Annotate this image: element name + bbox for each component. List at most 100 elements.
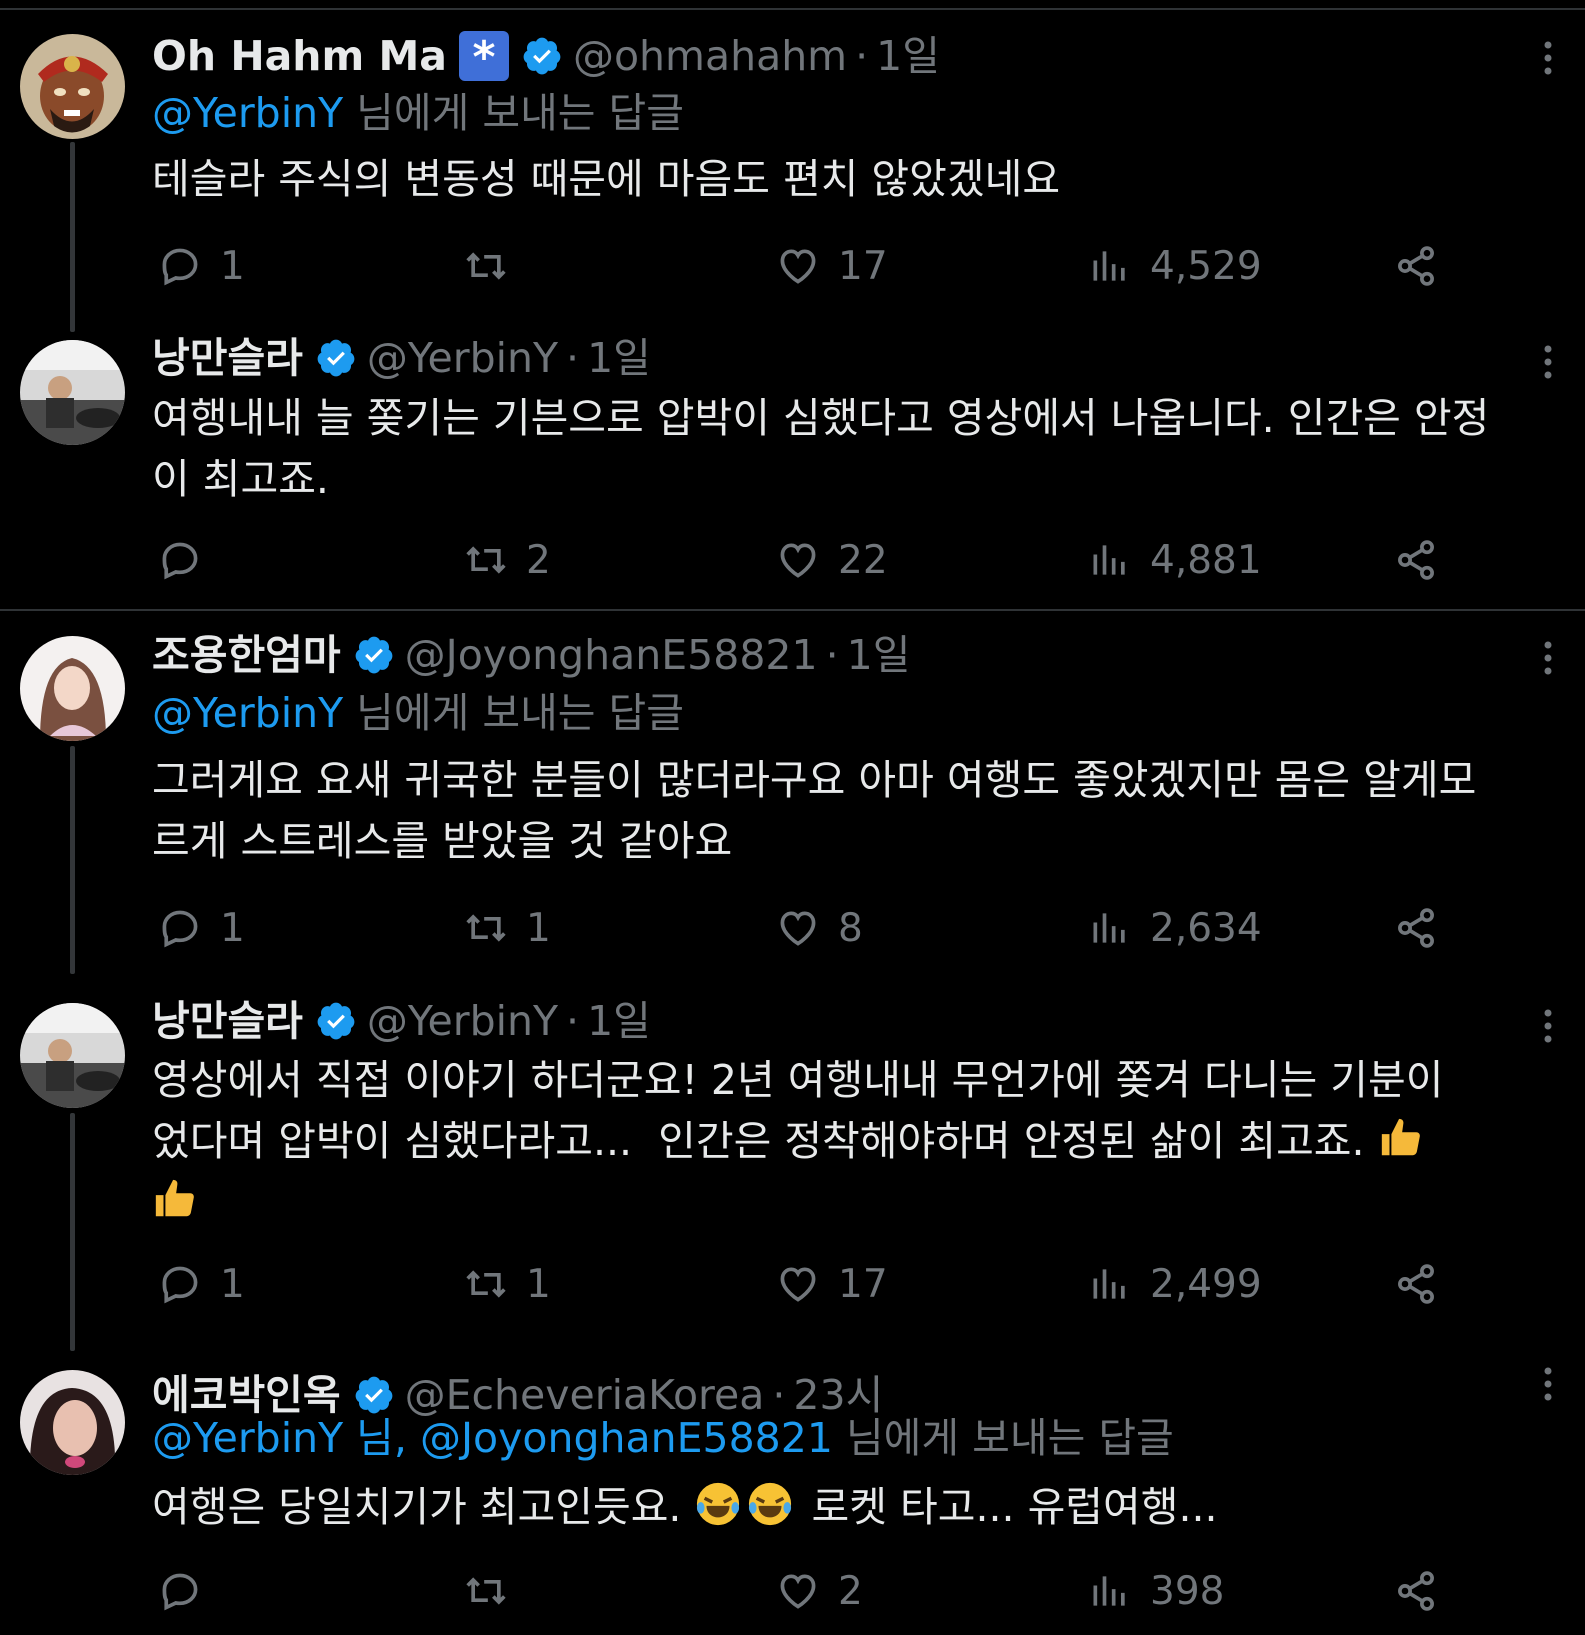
views-button[interactable]: 2,499 [1088, 1254, 1262, 1314]
thread-line [70, 142, 75, 332]
view-count: 2,499 [1150, 1261, 1262, 1307]
avatar[interactable] [20, 1370, 125, 1475]
reply-mention-link[interactable]: @YerbinY 님, @JoyonghanE58821 [152, 1414, 833, 1462]
tweet-actions: 2 22 4,881 [152, 530, 1532, 590]
analytics-icon [1093, 545, 1125, 575]
verified-badge-icon [355, 1376, 392, 1414]
timestamp[interactable]: 1일 [587, 995, 651, 1047]
display-name[interactable]: 낭만슬라 [152, 995, 303, 1047]
more-icon[interactable] [1538, 40, 1558, 76]
display-name[interactable]: 낭만슬라 [152, 332, 303, 384]
user-handle[interactable]: @YerbinY [367, 332, 558, 384]
more-icon[interactable] [1538, 344, 1558, 380]
like-button[interactable]: 17 [776, 236, 888, 296]
verified-badge-icon [355, 636, 392, 674]
analytics-icon [1093, 251, 1125, 281]
tweet-text: 여행내내 늘 쫒기는 기븐으로 압박이 심했다고 영상에서 나옵니다. 인간은 … [152, 394, 1490, 503]
thread-line [70, 1113, 75, 1351]
tweet-actions: 2 398 [152, 1561, 1532, 1621]
views-button[interactable]: 398 [1088, 1561, 1224, 1621]
more-icon[interactable] [1538, 1008, 1558, 1044]
reply-context: @YerbinY 님에게 보내는 답글 [152, 687, 684, 739]
view-count: 4,881 [1150, 537, 1262, 583]
reply-icon [162, 248, 198, 286]
heart-icon [780, 1574, 816, 1609]
reply-mention-link[interactable]: @YerbinY [152, 89, 343, 137]
tweet-actions: 1 17 4,529 [152, 236, 1532, 296]
like-button[interactable]: 17 [776, 1254, 888, 1314]
avatar[interactable] [20, 636, 125, 741]
heart-icon [780, 249, 816, 284]
analytics-icon [1093, 913, 1125, 943]
share-icon [1398, 540, 1434, 580]
thread-divider [0, 609, 1585, 611]
thumbs-up-icon [155, 1179, 194, 1217]
tweet-text: 테슬라 주식의 변동성 때문에 마음도 편치 않았겠네요 [152, 155, 1061, 203]
reply-button[interactable] [158, 530, 220, 590]
like-button[interactable]: 8 [776, 898, 863, 958]
share-icon [1398, 908, 1434, 948]
share-button[interactable] [1394, 1254, 1438, 1314]
analytics-icon [1093, 1576, 1125, 1606]
share-button[interactable] [1394, 898, 1438, 958]
tweet-header: Oh Hahm Ma * @ohmahahm · 1일 [152, 30, 940, 83]
more-icon[interactable] [1538, 1366, 1558, 1402]
verified-badge-icon [523, 37, 561, 75]
display-name[interactable]: 조용한엄마 [152, 629, 341, 681]
retweet-icon [466, 1577, 506, 1605]
user-handle[interactable]: @JoyonghanE58821 [405, 629, 818, 681]
retweet-icon [466, 546, 506, 574]
tweet-text: 그러게요 요새 귀국한 분들이 많더라구요 아마 여행도 좋았겠지만 몸은 알게… [152, 756, 1477, 865]
reply-button[interactable]: 1 [158, 898, 245, 958]
views-button[interactable]: 4,529 [1088, 236, 1262, 296]
like-button[interactable]: 2 [776, 1561, 863, 1621]
reply-icon [162, 1266, 198, 1304]
retweet-count: 1 [526, 905, 551, 951]
like-count: 17 [838, 1261, 888, 1307]
retweet-button[interactable]: 1 [464, 1254, 551, 1314]
tweet-text: 여행은 당일치기가 최고인듯요. 로켓 타고... 유럽여행... [152, 1477, 1512, 1538]
share-icon [1398, 1571, 1434, 1611]
avatar[interactable] [20, 340, 125, 445]
separator-dot: · [855, 32, 869, 80]
display-name[interactable]: Oh Hahm Ma [152, 30, 447, 82]
share-button[interactable] [1394, 530, 1438, 590]
heart-icon [780, 543, 816, 578]
tweet-actions: 1 1 17 2,499 [152, 1254, 1532, 1314]
heart-icon [780, 911, 816, 946]
reply-count: 1 [220, 243, 245, 289]
reply-count: 1 [220, 1261, 245, 1307]
avatar[interactable] [20, 1003, 125, 1108]
tweet-text-content: 영상에서 직접 이야기 하더군요! 2년 여행내내 무언가에 쫒겨 다니는 기분… [152, 1056, 1444, 1165]
reply-icon [162, 542, 198, 580]
tweet-text: 영상에서 직접 이야기 하더군요! 2년 여행내내 무언가에 쫒겨 다니는 기분… [152, 1050, 1452, 1233]
verified-badge-icon [317, 339, 355, 377]
separator-dot: · [566, 334, 580, 382]
user-handle[interactable]: @YerbinY [367, 995, 558, 1047]
views-button[interactable]: 4,881 [1088, 530, 1262, 590]
retweet-button[interactable] [464, 236, 526, 296]
user-handle[interactable]: @ohmahahm [573, 30, 847, 82]
reply-button[interactable]: 1 [158, 1254, 245, 1314]
share-icon [1398, 1264, 1434, 1304]
more-icon[interactable] [1538, 640, 1558, 676]
reply-button[interactable]: 1 [158, 236, 245, 296]
timestamp[interactable]: 1일 [587, 332, 651, 384]
retweet-button[interactable]: 1 [464, 898, 551, 958]
retweet-icon [466, 252, 506, 280]
like-button[interactable]: 22 [776, 530, 888, 590]
share-button[interactable] [1394, 236, 1438, 296]
share-button[interactable] [1394, 1561, 1438, 1621]
timestamp[interactable]: 1일 [847, 629, 911, 681]
reply-button[interactable] [158, 1561, 220, 1621]
retweet-button[interactable]: 2 [464, 530, 551, 590]
retweet-button[interactable] [464, 1561, 526, 1621]
thread-line [70, 746, 75, 974]
like-count: 8 [838, 905, 863, 951]
reply-context-label: 님에게 보내는 답글 [343, 89, 684, 137]
timestamp[interactable]: 1일 [876, 30, 940, 82]
reply-mention-link[interactable]: @YerbinY [152, 689, 343, 737]
reply-context-label: 님에게 보내는 답글 [343, 689, 684, 737]
views-button[interactable]: 2,634 [1088, 898, 1262, 958]
avatar[interactable] [20, 34, 125, 139]
